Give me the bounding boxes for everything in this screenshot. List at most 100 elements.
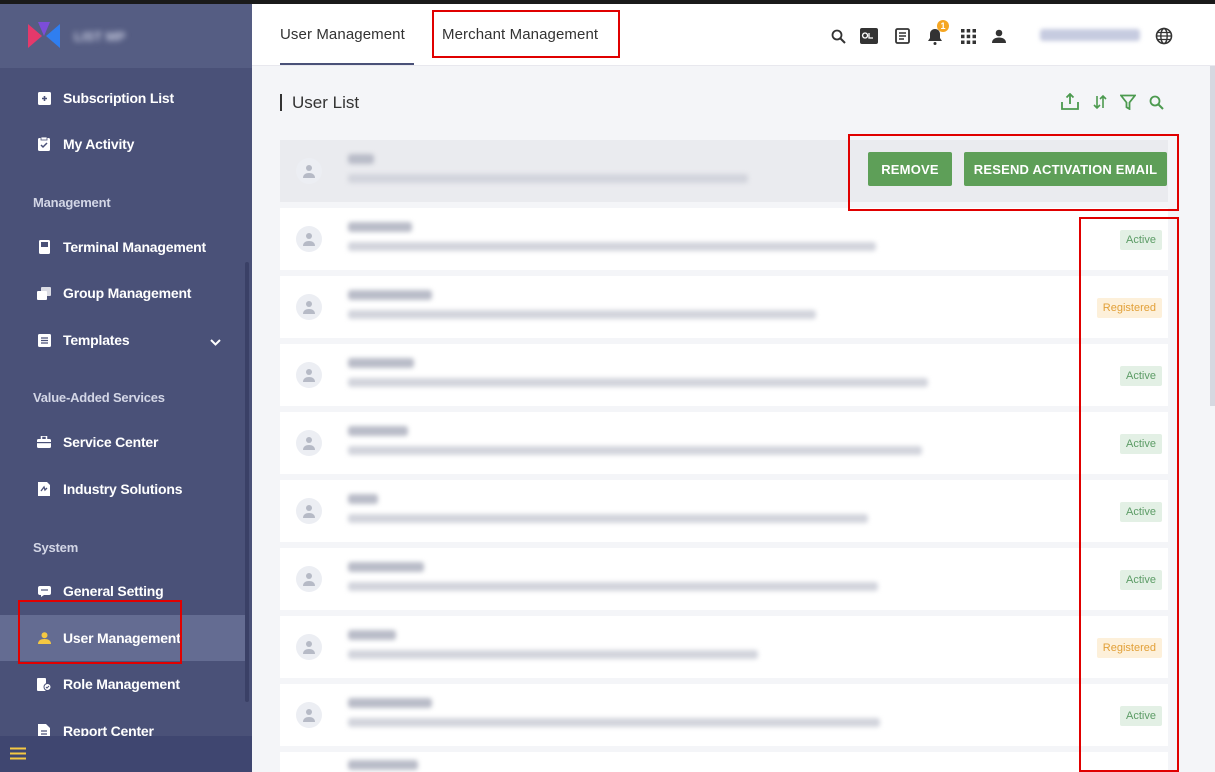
notification-bell-icon[interactable]: 1	[925, 20, 949, 46]
active-tab-indicator	[280, 63, 414, 65]
main-content: User List REMOVE RESEND ACTIVATION EMAIL…	[252, 66, 1215, 772]
content-scrollbar[interactable]	[1210, 66, 1215, 406]
terminal-icon	[37, 240, 51, 254]
avatar	[296, 430, 322, 456]
sidebar-item-terminal-management[interactable]: Terminal Management	[0, 224, 245, 270]
status-badge: Active	[1120, 502, 1162, 522]
logo-icon	[28, 22, 60, 50]
user-icon	[37, 631, 51, 645]
account-icon[interactable]	[989, 26, 1009, 46]
sidebar-item-general-setting[interactable]: General Setting	[0, 568, 245, 614]
status-badge: Active	[1120, 570, 1162, 590]
user-detail	[348, 242, 876, 251]
tab-merchant-management[interactable]: Merchant Management	[442, 26, 598, 43]
status-badge: Registered	[1096, 298, 1162, 318]
sidebar-scrollbar[interactable]	[245, 262, 249, 702]
filter-icon[interactable]	[1118, 92, 1138, 112]
brand-name: LIST MP	[74, 28, 126, 44]
sidebar-item-group-management[interactable]: Group Management	[0, 270, 245, 316]
top-header: User Management Merchant Management 1	[252, 0, 1215, 66]
avatar	[296, 158, 322, 184]
activity-icon	[37, 137, 51, 151]
sidebar-item-label: Group Management	[63, 285, 192, 301]
table-row[interactable]: Active	[280, 208, 1168, 270]
table-row[interactable]: Active	[280, 684, 1168, 746]
section-system: System	[33, 540, 79, 555]
resend-activation-email-button[interactable]: RESEND ACTIVATION EMAIL	[964, 152, 1167, 186]
sidebar-item-label: Terminal Management	[63, 239, 206, 255]
sidebar-item-label: Templates	[63, 332, 130, 348]
group-icon	[37, 286, 51, 300]
sidebar-item-service-center[interactable]: Service Center	[0, 419, 245, 465]
table-row[interactable]	[280, 752, 1168, 772]
remove-button[interactable]: REMOVE	[868, 152, 952, 186]
sidebar-item-industry-solutions[interactable]: Industry Solutions	[0, 466, 245, 512]
sidebar-footer	[0, 736, 252, 772]
user-name	[348, 562, 424, 572]
sidebar-item-label: Subscription List	[63, 90, 174, 106]
globe-icon[interactable]	[1154, 26, 1174, 46]
section-management: Management	[33, 195, 111, 210]
role-icon	[37, 677, 51, 691]
avatar	[296, 498, 322, 524]
status-badge: Registered	[1096, 638, 1162, 658]
sidebar-item-label: General Setting	[63, 583, 164, 599]
section-value-added-services: Value-Added Services	[33, 390, 165, 405]
table-row[interactable]: Registered	[280, 276, 1168, 338]
user-detail	[348, 446, 922, 455]
table-row[interactable]: Active	[280, 412, 1168, 474]
sidebar-item-role-management[interactable]: Role Management	[0, 661, 245, 707]
table-search-icon[interactable]	[1146, 92, 1166, 112]
status-badge: Active	[1120, 230, 1162, 250]
sidebar-item-label: My Activity	[63, 136, 135, 152]
sort-icon[interactable]	[1090, 92, 1110, 112]
table-row[interactable]: Active	[280, 548, 1168, 610]
table-row[interactable]: REMOVE RESEND ACTIVATION EMAIL	[280, 140, 1168, 202]
user-detail	[348, 378, 928, 387]
user-name	[348, 630, 396, 640]
user-name	[348, 222, 412, 232]
avatar	[296, 226, 322, 252]
voucher-icon[interactable]	[859, 26, 879, 46]
avatar	[296, 362, 322, 388]
user-name	[348, 358, 414, 368]
setting-icon	[37, 584, 51, 598]
user-name	[348, 494, 378, 504]
chevron-down-icon[interactable]	[210, 333, 221, 349]
sidebar-item-my-activity[interactable]: My Activity	[0, 121, 245, 167]
sidebar-item-label: Service Center	[63, 434, 159, 450]
user-detail	[348, 650, 758, 659]
menu-icon[interactable]	[10, 747, 26, 765]
subscription-icon	[37, 91, 51, 105]
user-name	[348, 426, 408, 436]
sidebar-item-label: Industry Solutions	[63, 481, 183, 497]
user-name	[348, 698, 432, 708]
table-row[interactable]: Active	[280, 344, 1168, 406]
avatar	[296, 294, 322, 320]
user-detail	[348, 582, 878, 591]
service-icon	[37, 435, 51, 449]
table-row[interactable]: Registered	[280, 616, 1168, 678]
tab-user-management[interactable]: User Management	[280, 26, 405, 43]
user-detail	[348, 514, 868, 523]
status-badge: Active	[1120, 706, 1162, 726]
news-icon[interactable]	[893, 26, 913, 46]
sidebar-item-subscription-list[interactable]: Subscription List	[0, 75, 245, 121]
sidebar-item-label: User Management	[63, 630, 181, 646]
brand[interactable]: LIST MP	[0, 4, 252, 68]
sidebar-item-user-management[interactable]: User Management	[0, 615, 245, 661]
avatar	[296, 702, 322, 728]
user-detail	[348, 718, 880, 727]
user-email[interactable]	[1040, 29, 1140, 41]
apps-grid-icon[interactable]	[958, 26, 978, 46]
user-name	[348, 290, 432, 300]
export-icon[interactable]	[1060, 92, 1080, 112]
status-badge: Active	[1120, 434, 1162, 454]
templates-icon	[37, 333, 51, 347]
user-detail	[348, 174, 748, 183]
industry-icon	[37, 482, 51, 496]
page-title: User List	[280, 94, 359, 111]
sidebar-item-templates[interactable]: Templates	[0, 317, 245, 363]
search-icon[interactable]	[828, 26, 848, 46]
table-row[interactable]: Active	[280, 480, 1168, 542]
